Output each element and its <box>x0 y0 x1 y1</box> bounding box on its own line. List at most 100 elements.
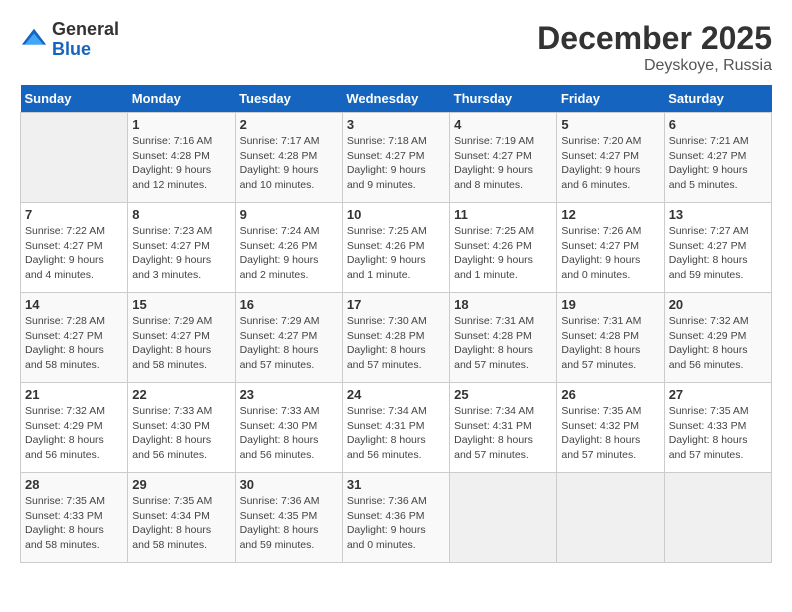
weekday-header-saturday: Saturday <box>664 85 771 113</box>
day-cell <box>557 473 664 563</box>
day-number: 19 <box>561 297 659 312</box>
day-cell: 12 Sunrise: 7:26 AM Sunset: 4:27 PM Dayli… <box>557 203 664 293</box>
logo: General Blue <box>20 20 119 60</box>
day-info: Sunrise: 7:26 AM Sunset: 4:27 PM Dayligh… <box>561 224 659 283</box>
day-number: 4 <box>454 117 552 132</box>
day-cell: 5 Sunrise: 7:20 AM Sunset: 4:27 PM Daylig… <box>557 113 664 203</box>
day-info: Sunrise: 7:36 AM Sunset: 4:36 PM Dayligh… <box>347 494 445 553</box>
day-cell: 25 Sunrise: 7:34 AM Sunset: 4:31 PM Dayli… <box>450 383 557 473</box>
day-number: 27 <box>669 387 767 402</box>
day-cell: 29 Sunrise: 7:35 AM Sunset: 4:34 PM Dayli… <box>128 473 235 563</box>
day-info: Sunrise: 7:30 AM Sunset: 4:28 PM Dayligh… <box>347 314 445 373</box>
day-number: 13 <box>669 207 767 222</box>
day-info: Sunrise: 7:29 AM Sunset: 4:27 PM Dayligh… <box>240 314 338 373</box>
day-cell: 26 Sunrise: 7:35 AM Sunset: 4:32 PM Dayli… <box>557 383 664 473</box>
day-info: Sunrise: 7:31 AM Sunset: 4:28 PM Dayligh… <box>454 314 552 373</box>
day-info: Sunrise: 7:16 AM Sunset: 4:28 PM Dayligh… <box>132 134 230 193</box>
day-number: 12 <box>561 207 659 222</box>
day-cell: 3Sunrise: 7:18 AM Sunset: 4:27 PM Daylig… <box>342 113 449 203</box>
month-title: December 2025 <box>537 20 772 57</box>
weekday-header-monday: Monday <box>128 85 235 113</box>
weekday-header-friday: Friday <box>557 85 664 113</box>
day-number: 28 <box>25 477 123 492</box>
day-number: 25 <box>454 387 552 402</box>
day-info: Sunrise: 7:25 AM Sunset: 4:26 PM Dayligh… <box>454 224 552 283</box>
day-info: Sunrise: 7:25 AM Sunset: 4:26 PM Dayligh… <box>347 224 445 283</box>
logo-icon <box>20 26 48 54</box>
day-cell: 9Sunrise: 7:24 AM Sunset: 4:26 PM Daylig… <box>235 203 342 293</box>
day-number: 9 <box>240 207 338 222</box>
day-info: Sunrise: 7:21 AM Sunset: 4:27 PM Dayligh… <box>669 134 767 193</box>
day-cell <box>450 473 557 563</box>
day-cell: 7Sunrise: 7:22 AM Sunset: 4:27 PM Daylig… <box>21 203 128 293</box>
day-info: Sunrise: 7:35 AM Sunset: 4:32 PM Dayligh… <box>561 404 659 463</box>
weekday-header-thursday: Thursday <box>450 85 557 113</box>
week-row-4: 28 Sunrise: 7:35 AM Sunset: 4:33 PM Dayli… <box>21 473 772 563</box>
day-cell: 31 Sunrise: 7:36 AM Sunset: 4:36 PM Dayli… <box>342 473 449 563</box>
day-cell: 28 Sunrise: 7:35 AM Sunset: 4:33 PM Dayli… <box>21 473 128 563</box>
day-number: 5 <box>561 117 659 132</box>
day-number: 21 <box>25 387 123 402</box>
day-info: Sunrise: 7:17 AM Sunset: 4:28 PM Dayligh… <box>240 134 338 193</box>
day-info: Sunrise: 7:22 AM Sunset: 4:27 PM Dayligh… <box>25 224 123 283</box>
day-number: 16 <box>240 297 338 312</box>
day-info: Sunrise: 7:33 AM Sunset: 4:30 PM Dayligh… <box>240 404 338 463</box>
day-info: Sunrise: 7:20 AM Sunset: 4:27 PM Dayligh… <box>561 134 659 193</box>
day-info: Sunrise: 7:32 AM Sunset: 4:29 PM Dayligh… <box>25 404 123 463</box>
day-info: Sunrise: 7:23 AM Sunset: 4:27 PM Dayligh… <box>132 224 230 283</box>
day-cell <box>664 473 771 563</box>
day-info: Sunrise: 7:33 AM Sunset: 4:30 PM Dayligh… <box>132 404 230 463</box>
day-cell: 14 Sunrise: 7:28 AM Sunset: 4:27 PM Dayli… <box>21 293 128 383</box>
day-number: 23 <box>240 387 338 402</box>
week-row-2: 14 Sunrise: 7:28 AM Sunset: 4:27 PM Dayli… <box>21 293 772 383</box>
day-cell: 11 Sunrise: 7:25 AM Sunset: 4:26 PM Dayli… <box>450 203 557 293</box>
title-block: December 2025 Deyskoye, Russia <box>537 20 772 75</box>
day-number: 2 <box>240 117 338 132</box>
day-number: 26 <box>561 387 659 402</box>
day-cell: 18 Sunrise: 7:31 AM Sunset: 4:28 PM Dayli… <box>450 293 557 383</box>
day-number: 14 <box>25 297 123 312</box>
day-cell <box>21 113 128 203</box>
day-info: Sunrise: 7:28 AM Sunset: 4:27 PM Dayligh… <box>25 314 123 373</box>
day-info: Sunrise: 7:36 AM Sunset: 4:35 PM Dayligh… <box>240 494 338 553</box>
day-number: 3 <box>347 117 445 132</box>
day-cell: 8 Sunrise: 7:23 AM Sunset: 4:27 PM Daylig… <box>128 203 235 293</box>
page-header: General Blue December 2025 Deyskoye, Rus… <box>20 20 772 75</box>
day-number: 6 <box>669 117 767 132</box>
weekday-header-tuesday: Tuesday <box>235 85 342 113</box>
day-number: 29 <box>132 477 230 492</box>
day-info: Sunrise: 7:32 AM Sunset: 4:29 PM Dayligh… <box>669 314 767 373</box>
day-cell: 22Sunrise: 7:33 AM Sunset: 4:30 PM Dayli… <box>128 383 235 473</box>
day-cell: 20Sunrise: 7:32 AM Sunset: 4:29 PM Dayli… <box>664 293 771 383</box>
day-cell: 6 Sunrise: 7:21 AM Sunset: 4:27 PM Daylig… <box>664 113 771 203</box>
day-cell: 30 Sunrise: 7:36 AM Sunset: 4:35 PM Dayli… <box>235 473 342 563</box>
day-cell: 17 Sunrise: 7:30 AM Sunset: 4:28 PM Dayli… <box>342 293 449 383</box>
day-number: 11 <box>454 207 552 222</box>
day-number: 30 <box>240 477 338 492</box>
day-cell: 23 Sunrise: 7:33 AM Sunset: 4:30 PM Dayli… <box>235 383 342 473</box>
day-number: 31 <box>347 477 445 492</box>
day-number: 17 <box>347 297 445 312</box>
day-number: 8 <box>132 207 230 222</box>
day-info: Sunrise: 7:35 AM Sunset: 4:34 PM Dayligh… <box>132 494 230 553</box>
weekday-row: SundayMondayTuesdayWednesdayThursdayFrid… <box>21 85 772 113</box>
calendar-table: SundayMondayTuesdayWednesdayThursdayFrid… <box>20 85 772 563</box>
day-cell: 21 Sunrise: 7:32 AM Sunset: 4:29 PM Dayli… <box>21 383 128 473</box>
day-cell: 19 Sunrise: 7:31 AM Sunset: 4:28 PM Dayli… <box>557 293 664 383</box>
day-cell: 27 Sunrise: 7:35 AM Sunset: 4:33 PM Dayli… <box>664 383 771 473</box>
day-cell: 15Sunrise: 7:29 AM Sunset: 4:27 PM Dayli… <box>128 293 235 383</box>
day-info: Sunrise: 7:31 AM Sunset: 4:28 PM Dayligh… <box>561 314 659 373</box>
day-number: 18 <box>454 297 552 312</box>
day-cell: 13Sunrise: 7:27 AM Sunset: 4:27 PM Dayli… <box>664 203 771 293</box>
location: Deyskoye, Russia <box>537 57 772 75</box>
day-cell: 1Sunrise: 7:16 AM Sunset: 4:28 PM Daylig… <box>128 113 235 203</box>
day-info: Sunrise: 7:34 AM Sunset: 4:31 PM Dayligh… <box>454 404 552 463</box>
week-row-1: 7Sunrise: 7:22 AM Sunset: 4:27 PM Daylig… <box>21 203 772 293</box>
logo-general-text: General <box>52 19 119 39</box>
calendar-body: 1Sunrise: 7:16 AM Sunset: 4:28 PM Daylig… <box>21 113 772 563</box>
day-number: 10 <box>347 207 445 222</box>
day-cell: 2 Sunrise: 7:17 AM Sunset: 4:28 PM Daylig… <box>235 113 342 203</box>
day-cell: 16 Sunrise: 7:29 AM Sunset: 4:27 PM Dayli… <box>235 293 342 383</box>
day-info: Sunrise: 7:35 AM Sunset: 4:33 PM Dayligh… <box>25 494 123 553</box>
day-info: Sunrise: 7:35 AM Sunset: 4:33 PM Dayligh… <box>669 404 767 463</box>
